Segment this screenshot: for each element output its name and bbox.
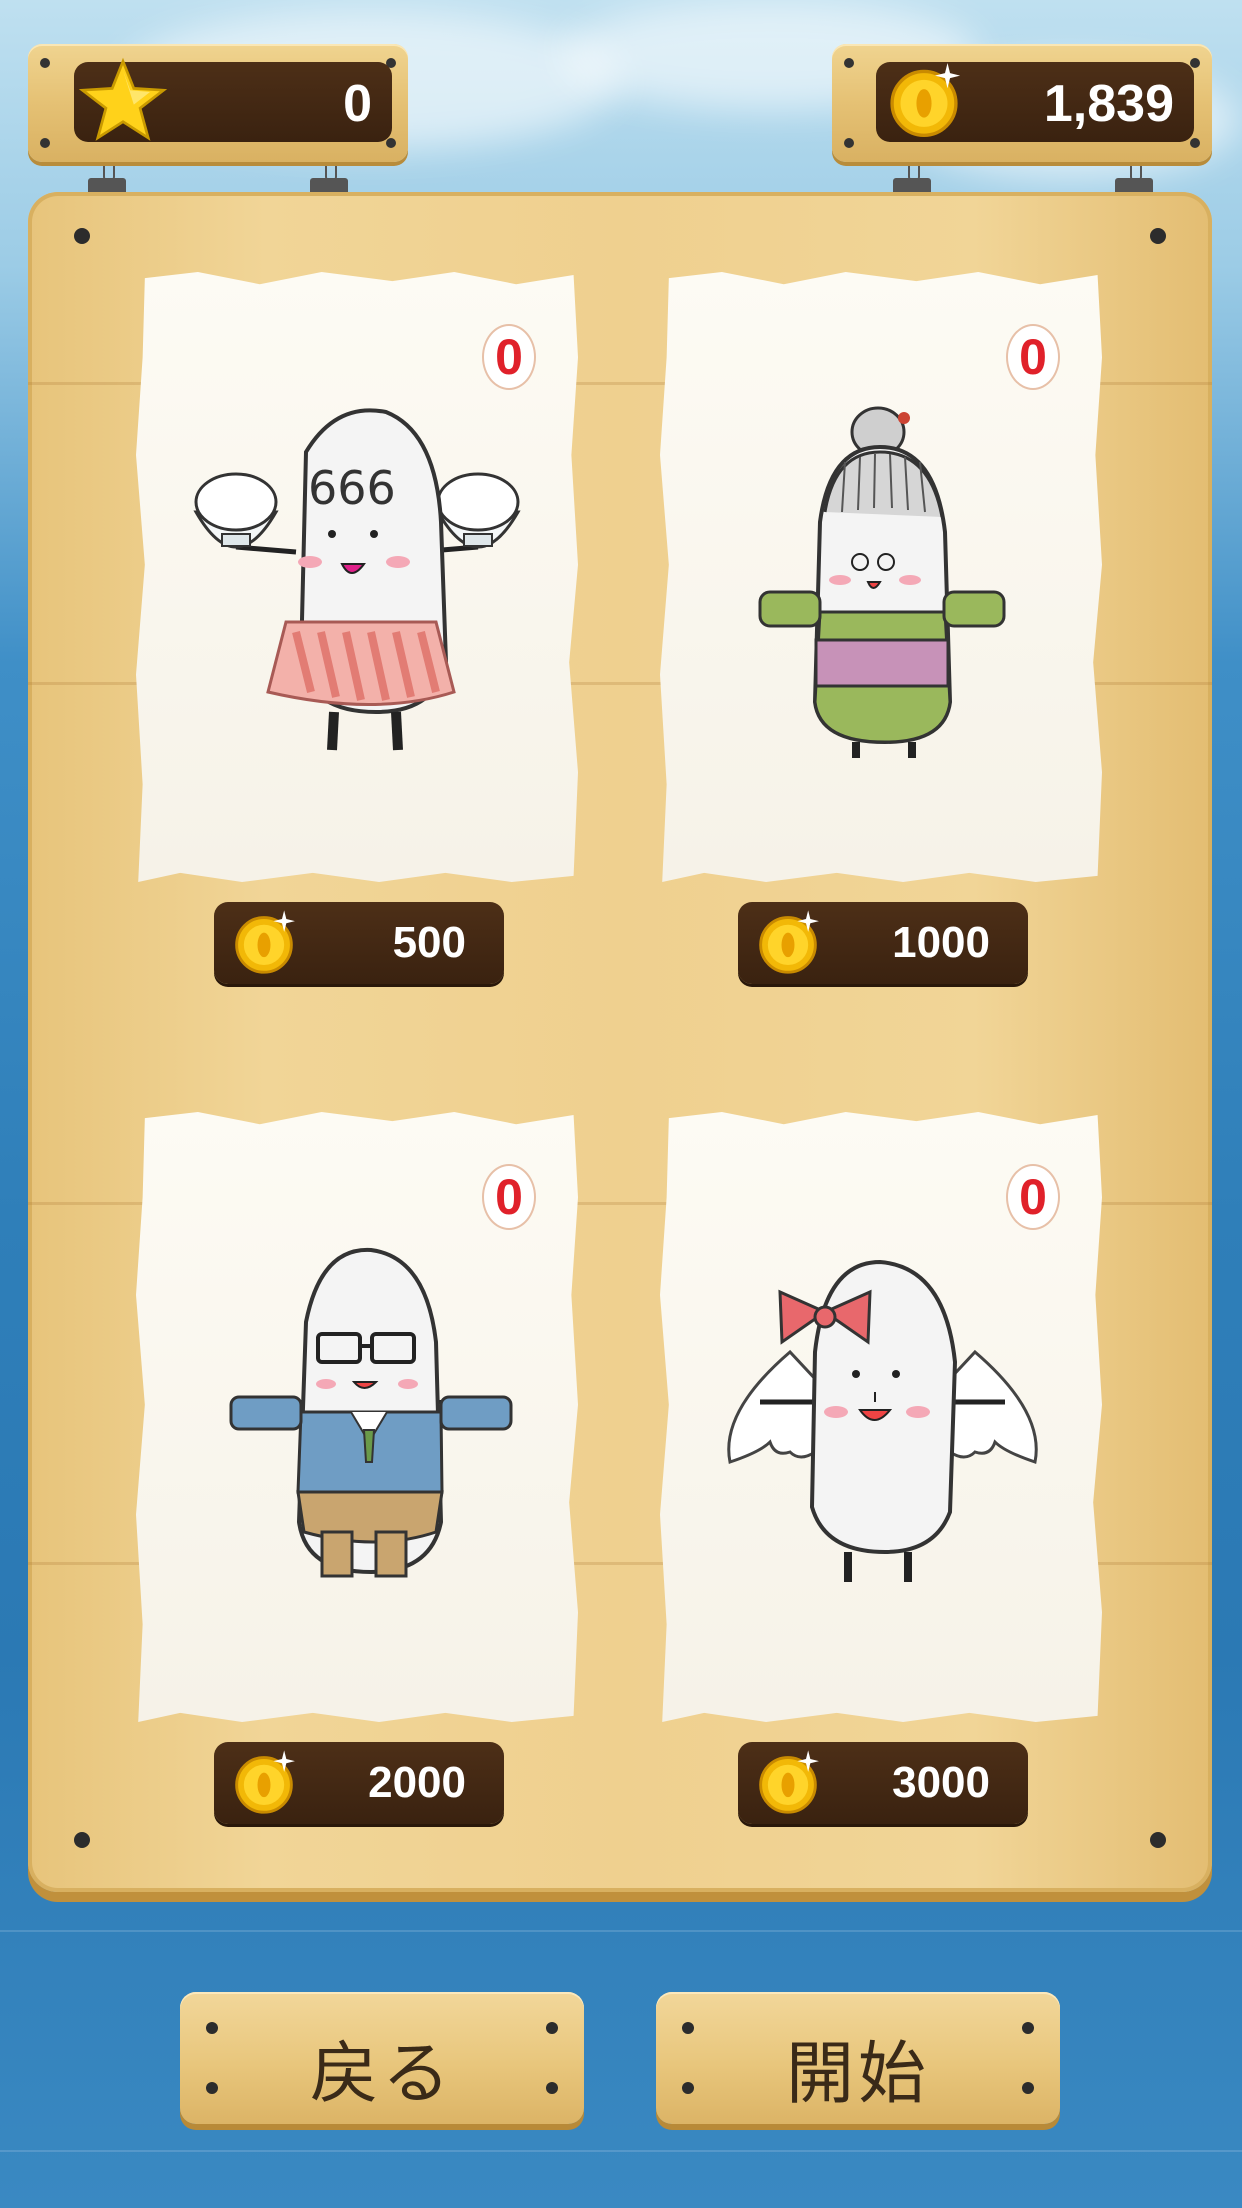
svg-text:666: 666 [308, 461, 396, 515]
price-value: 1000 [892, 918, 990, 967]
coin-icon [759, 1750, 819, 1814]
star-icon [78, 57, 168, 141]
star-counter-plate: 0 [74, 57, 392, 142]
coin-icon [759, 910, 819, 974]
star-counter-sign: 0 [28, 44, 408, 162]
star-count: 0 [343, 75, 372, 133]
grandma-rice-character-icon [758, 406, 1006, 758]
price-value: 3000 [892, 1758, 990, 1807]
coin-counter-sign: 1,839 [832, 44, 1212, 162]
character-card-grandma[interactable]: 0 [660, 272, 1102, 882]
waitress-rice-character-icon: 666 [193, 408, 521, 751]
character-card-angel[interactable]: 0 [660, 1112, 1102, 1722]
price-plate[interactable]: 1000 [738, 902, 1028, 984]
coin-count: 1,839 [1043, 75, 1174, 133]
character-card-salaryman[interactable]: 0 [136, 1112, 578, 1722]
coin-icon [235, 910, 295, 974]
coin-icon [235, 1750, 295, 1814]
price-plate[interactable]: 500 [214, 902, 504, 984]
start-button-label: 開始 [785, 2035, 930, 2114]
coin-icon [890, 63, 961, 137]
start-button[interactable]: 開始 [656, 1992, 1060, 2124]
back-button[interactable]: 戻る [180, 1992, 584, 2124]
salaryman-rice-character-icon [229, 1247, 513, 1578]
wave-line [0, 1930, 1242, 1932]
price-value: 500 [392, 918, 466, 967]
price-value: 2000 [368, 1758, 466, 1807]
back-button-label: 戻る [309, 2035, 454, 2114]
character-card-waitress[interactable]: 0 666 [136, 272, 578, 882]
coin-counter-plate: 1,839 [876, 62, 1194, 142]
angel-rice-character-icon [727, 1259, 1038, 1582]
price-plate[interactable]: 2000 [214, 1742, 504, 1824]
price-plate[interactable]: 3000 [738, 1742, 1028, 1824]
wave-line [0, 2150, 1242, 2152]
